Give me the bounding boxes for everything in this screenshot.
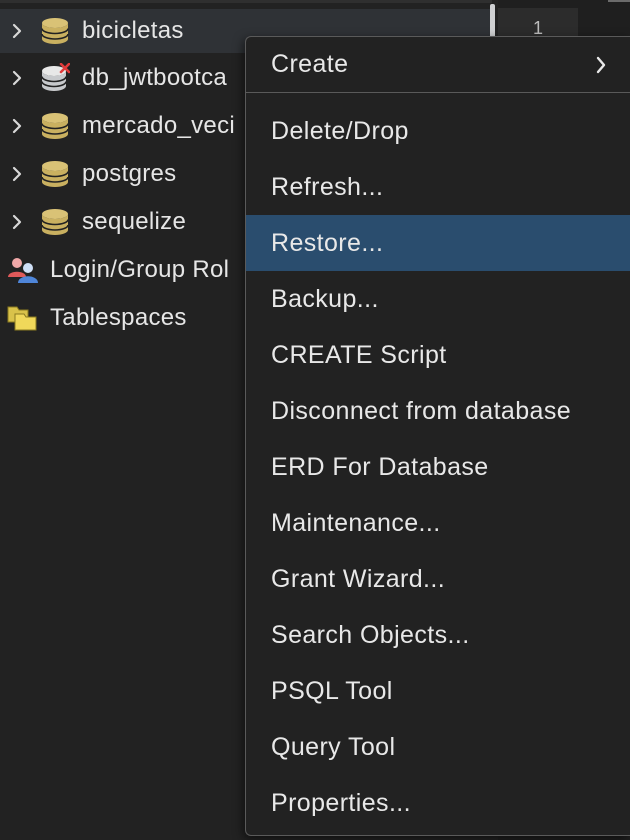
pgadmin-browser: 1 bicicletas db_jwtbootca mercado_veci p… [0,0,630,840]
context-menu: Create Delete/Drop Refresh... Restore...… [245,36,630,836]
menu-item-label: Query Tool [271,732,396,761]
menu-item-label: CREATE Script [271,340,447,369]
database-icon [40,111,70,141]
tree-item-label: bicicletas [82,17,184,44]
menu-item-psql-tool[interactable]: PSQL Tool [246,663,630,719]
login-roles-icon [6,255,40,285]
menu-item-query-tool[interactable]: Query Tool [246,719,630,775]
menu-item-label: PSQL Tool [271,676,393,705]
database-disconnected-icon [40,63,70,93]
menu-item-maintenance[interactable]: Maintenance... [246,495,630,551]
menu-item-label: Restore... [271,228,384,257]
menu-item-label: Grant Wizard... [271,564,446,593]
menu-item-properties[interactable]: Properties... [246,775,630,831]
menu-item-label: Search Objects... [271,620,470,649]
menu-item-grant-wizard[interactable]: Grant Wizard... [246,551,630,607]
tablespaces-folder-icon [6,303,40,333]
menu-item-erd[interactable]: ERD For Database [246,439,630,495]
menu-item-delete-drop[interactable]: Delete/Drop [246,103,630,159]
tree-item-label: postgres [82,160,177,187]
database-icon [40,16,70,46]
chevron-right-icon[interactable] [10,166,24,182]
chevron-right-icon[interactable] [10,214,24,230]
menu-item-disconnect[interactable]: Disconnect from database [246,383,630,439]
right-panel-edge [608,0,630,2]
chevron-right-icon[interactable] [10,118,24,134]
tree-top-divider [0,0,492,3]
menu-item-label: Disconnect from database [271,396,572,425]
menu-item-refresh[interactable]: Refresh... [246,159,630,215]
menu-item-label: Properties... [271,788,411,817]
menu-item-label: Refresh... [271,172,384,201]
database-icon [40,207,70,237]
menu-item-restore[interactable]: Restore... [246,215,630,271]
menu-item-search-objects[interactable]: Search Objects... [246,607,630,663]
menu-item-label: Create [271,50,349,78]
menu-item-label: ERD For Database [271,452,489,481]
menu-item-create-script[interactable]: CREATE Script [246,327,630,383]
tree-item-label: db_jwtbootca [82,64,228,91]
tree-item-label: Login/Group Rol [50,256,230,283]
panel-splitter-handle[interactable] [490,4,495,38]
tree-item-label: mercado_veci [82,112,236,139]
tree-item-label: sequelize [82,208,187,235]
menu-item-label: Maintenance... [271,508,441,537]
menu-item-create[interactable]: Create [246,37,630,93]
chevron-right-icon[interactable] [10,70,24,86]
chevron-right-icon [594,55,608,75]
database-icon [40,159,70,189]
chevron-right-icon[interactable] [10,23,24,39]
menu-item-backup[interactable]: Backup... [246,271,630,327]
menu-item-label: Backup... [271,284,379,313]
menu-item-label: Delete/Drop [271,116,409,145]
tree-item-label: Tablespaces [50,304,187,331]
